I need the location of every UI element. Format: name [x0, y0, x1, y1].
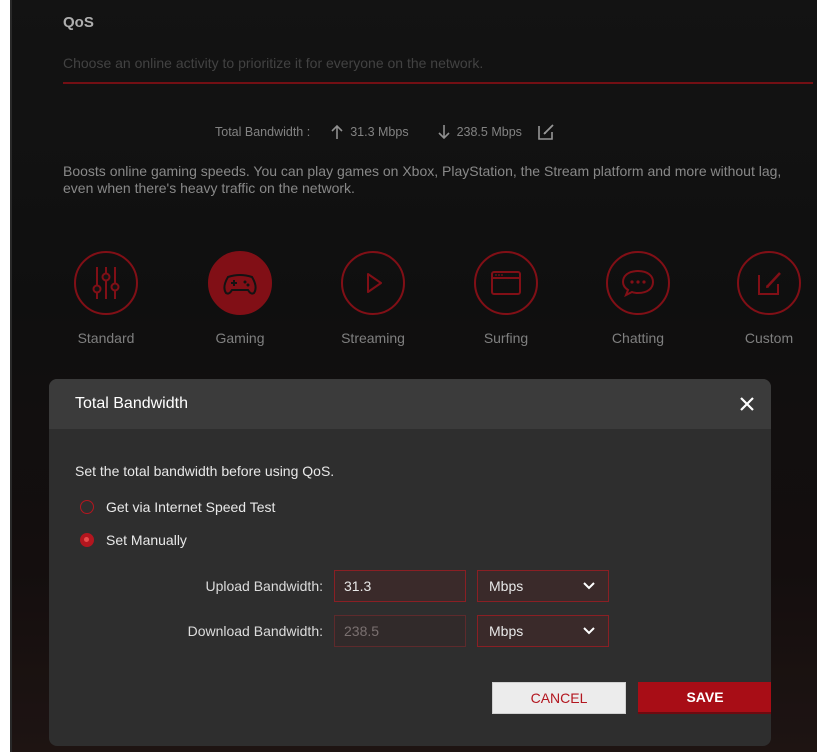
- dialog-intro-text: Set the total bandwidth before using QoS…: [75, 463, 335, 479]
- close-icon[interactable]: [735, 392, 759, 416]
- option-set-manually-label: Set Manually: [106, 532, 187, 548]
- upload-bandwidth-input[interactable]: 31.3: [334, 570, 466, 602]
- dialog-title: Total Bandwidth: [75, 395, 188, 412]
- option-speed-test-label: Get via Internet Speed Test: [106, 499, 276, 515]
- save-button[interactable]: SAVE: [638, 682, 771, 714]
- radio-set-manually[interactable]: [80, 533, 94, 547]
- dialog-header: Total Bandwidth: [49, 379, 771, 429]
- chevron-down-icon: [583, 627, 595, 635]
- total-bandwidth-dialog: Total Bandwidth Set the total bandwidth …: [49, 379, 771, 746]
- download-unit-value: Mbps: [489, 623, 524, 639]
- chevron-down-icon: [583, 582, 595, 590]
- cancel-button[interactable]: CANCEL: [492, 682, 626, 714]
- upload-unit-value: Mbps: [489, 578, 524, 594]
- upload-unit-select[interactable]: Mbps: [477, 570, 609, 602]
- radio-speed-test[interactable]: [80, 500, 94, 514]
- option-set-manually[interactable]: Set Manually: [80, 532, 187, 548]
- download-unit-select[interactable]: Mbps: [477, 615, 609, 647]
- option-speed-test[interactable]: Get via Internet Speed Test: [80, 499, 275, 515]
- upload-bandwidth-label: Upload Bandwidth:: [205, 578, 323, 594]
- download-bandwidth-input[interactable]: 238.5: [334, 615, 466, 647]
- download-bandwidth-label: Download Bandwidth:: [187, 623, 323, 639]
